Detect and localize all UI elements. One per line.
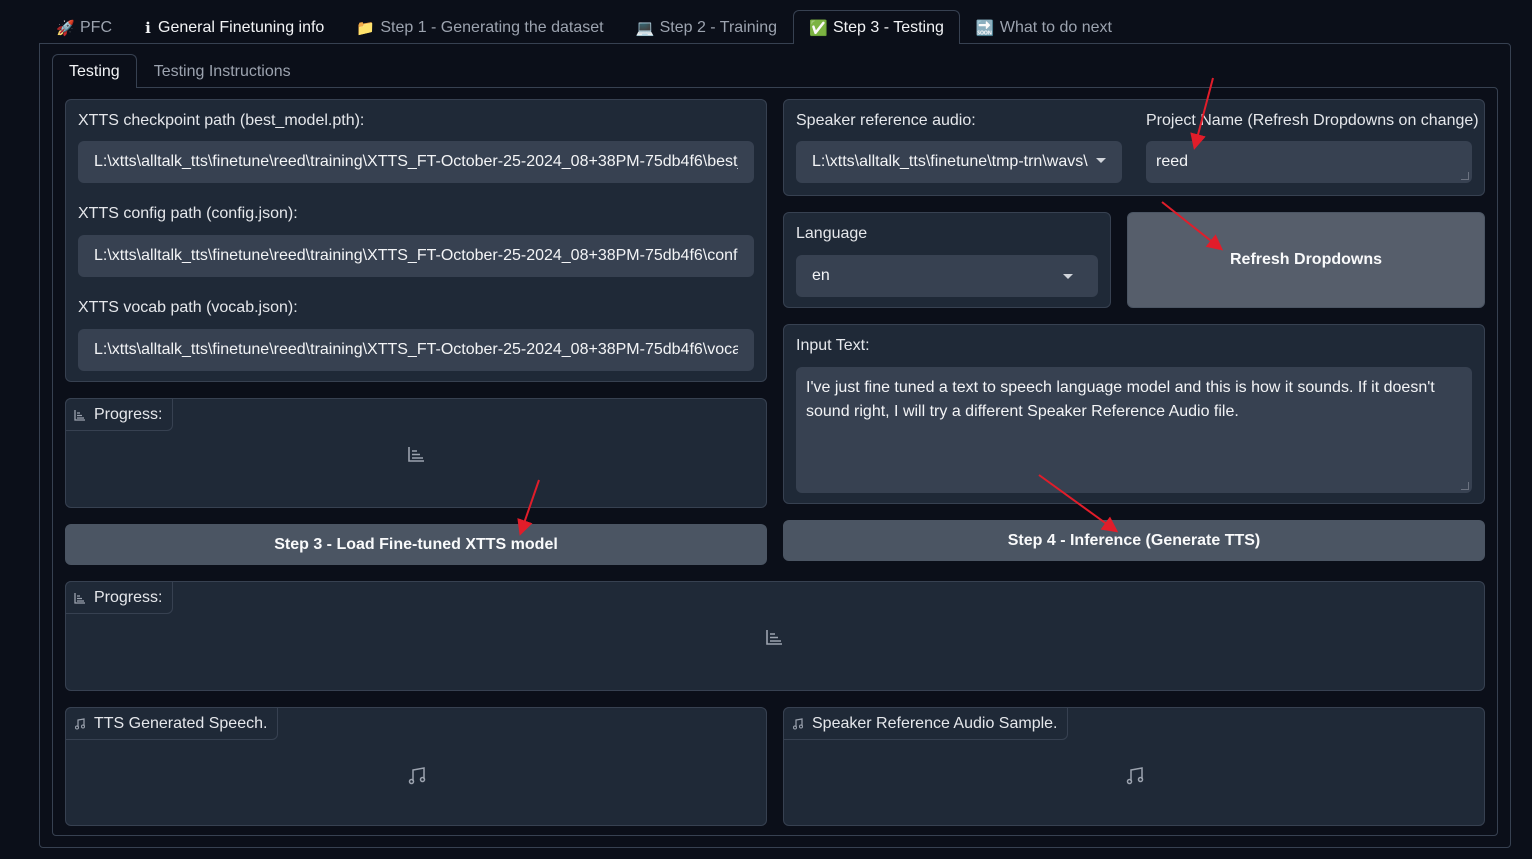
tab-step2-label: Step 2 - Training (659, 18, 777, 36)
checkpoint-path-value: L:\xtts\alltalk_tts\finetune\reed\traini… (94, 153, 738, 170)
resize-handle-icon[interactable] (1461, 482, 1469, 490)
info-icon: ℹ (145, 19, 151, 37)
folder-icon: 📁 (356, 19, 376, 37)
config-path-field[interactable]: L:\xtts\alltalk_tts\finetune\reed\traini… (78, 235, 754, 277)
tab-what-next[interactable]: 🔜 What to do next (960, 10, 1128, 44)
checkmark-icon: ✅ (809, 19, 828, 37)
tab-step3-label: Step 3 - Testing (833, 18, 944, 36)
config-path-label: XTTS config path (config.json): (78, 205, 298, 222)
tab-step3[interactable]: ✅ Step 3 - Testing (793, 10, 960, 44)
vocab-path-field[interactable]: L:\xtts\alltalk_tts\finetune\reed\traini… (78, 329, 754, 371)
tab-what-next-label: What to do next (999, 18, 1112, 36)
progress-block-load: Progress: (65, 398, 767, 508)
checkpoint-path-label: XTTS checkpoint path (best_model.pth): (78, 112, 365, 129)
chart-placeholder-icon (766, 630, 782, 645)
progress-label: Progress: (94, 405, 163, 423)
tab-general-finetuning-info-label: General Finetuning info (158, 18, 325, 36)
tts-generated-audio-block: TTS Generated Speech. (65, 707, 767, 826)
vocab-path-value: L:\xtts\alltalk_tts\finetune\reed\traini… (94, 341, 738, 358)
music-note-icon (793, 717, 803, 729)
speaker-reference-audio-block: Speaker Reference Audio Sample. (783, 707, 1485, 826)
chart-placeholder-icon (408, 447, 424, 462)
config-path-value: L:\xtts\alltalk_tts\finetune\reed\traini… (94, 247, 738, 264)
progress-block-inference: Progress: (65, 581, 1485, 691)
progress-label-chip: Progress: (65, 581, 174, 614)
tab-general-finetuning-info[interactable]: ℹ General Finetuning info (128, 10, 340, 44)
load-model-button[interactable]: Step 3 - Load Fine-tuned XTTS model (65, 524, 767, 565)
top-tab-bar: 🚀 PFC ℹ General Finetuning info 📁 Step 1… (40, 10, 1128, 44)
speaker-audio-dropdown[interactable]: L:\xtts\alltalk_tts\finetune\tmp-trn\wav… (796, 141, 1122, 183)
language-label: Language (796, 225, 868, 242)
speaker-audio-label: Speaker reference audio: (796, 112, 976, 129)
tab-pfc[interactable]: 🚀 PFC (40, 10, 128, 44)
tts-audio-label: TTS Generated Speech. (94, 714, 268, 732)
tab-step2[interactable]: 💻 Step 2 - Training (620, 10, 793, 44)
music-note-placeholder-icon (408, 767, 426, 785)
progress-label-chip: Progress: (65, 398, 174, 431)
tab-step1[interactable]: 📁 Step 1 - Generating the dataset (340, 10, 619, 44)
language-dropdown[interactable]: en (796, 255, 1098, 297)
chevron-down-icon (1063, 274, 1073, 279)
tab-testing[interactable]: Testing (52, 54, 137, 88)
refresh-dropdowns-button[interactable]: Refresh Dropdowns (1127, 212, 1485, 308)
audio-label-chip: TTS Generated Speech. (65, 707, 279, 740)
tab-testing-instructions[interactable]: Testing Instructions (137, 54, 308, 88)
tab-pfc-label: PFC (80, 18, 112, 36)
language-value: en (812, 267, 830, 284)
chart-icon (74, 409, 85, 421)
vocab-path-label: XTTS vocab path (vocab.json): (78, 299, 298, 316)
rocket-icon: 🚀 (56, 19, 75, 37)
speaker-audio-value: L:\xtts\alltalk_tts\finetune\tmp-trn\wav… (812, 153, 1088, 170)
resize-handle-icon[interactable] (1461, 172, 1469, 180)
project-name-label: Project Name (Refresh Dropdowns on chang… (1146, 112, 1479, 129)
input-text-value: I've just fine tuned a text to speech la… (806, 379, 1435, 420)
chevron-down-icon (1096, 158, 1106, 163)
music-note-placeholder-icon (1126, 767, 1144, 785)
laptop-icon: 💻 (635, 19, 655, 37)
project-name-input[interactable]: reed (1146, 141, 1472, 183)
input-text-label: Input Text: (796, 337, 870, 354)
inference-button[interactable]: Step 4 - Inference (Generate TTS) (783, 520, 1485, 561)
inner-tab-bar: Testing Testing Instructions (52, 54, 308, 88)
audio-label-chip: Speaker Reference Audio Sample. (783, 707, 1069, 740)
ref-audio-label: Speaker Reference Audio Sample. (812, 714, 1058, 732)
chart-icon (74, 592, 85, 604)
checkpoint-path-field[interactable]: L:\xtts\alltalk_tts\finetune\reed\traini… (78, 141, 754, 183)
music-note-icon (75, 717, 85, 729)
soon-arrow-icon: 🔜 (975, 19, 995, 37)
tab-step1-label: Step 1 - Generating the dataset (380, 18, 604, 36)
progress-label: Progress: (94, 588, 163, 606)
project-name-value: reed (1156, 153, 1189, 170)
